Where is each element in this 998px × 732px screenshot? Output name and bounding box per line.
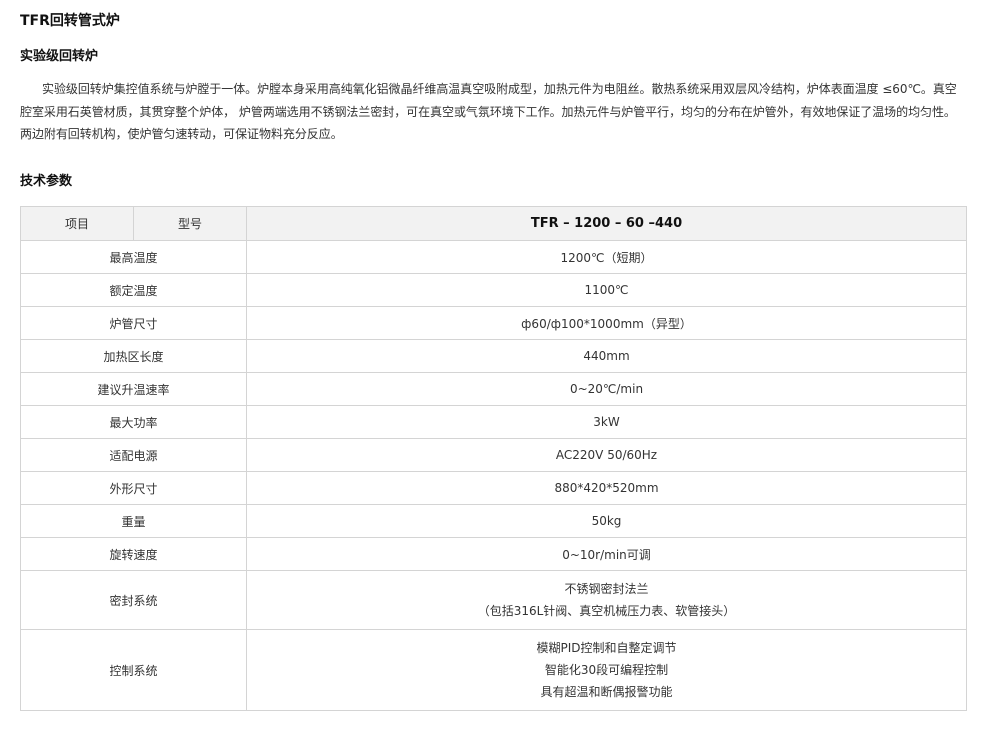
spec-label: 建议升温速率 (20, 372, 247, 406)
spec-label: 控制系统 (20, 629, 247, 711)
spec-value: 0~10r/min可调 (246, 537, 967, 571)
spec-value: 3kW (246, 405, 967, 439)
table-row: 外形尺寸 880*420*520mm (20, 471, 967, 505)
intro-paragraph: 实验级回转炉集控值系统与炉膛于一体。炉膛本身采用高纯氧化铝微晶纤维高温真空吸附成… (20, 82, 957, 141)
spec-value: 1200℃（短期） (246, 240, 967, 274)
spec-label: 额定温度 (20, 273, 247, 307)
spec-value: 1100℃ (246, 273, 967, 307)
header-item-label: 项目 (20, 206, 134, 241)
spec-value-line: 模糊PID控制和自整定调节 (536, 641, 677, 655)
spec-label: 最高温度 (20, 240, 247, 274)
spec-label: 炉管尺寸 (20, 306, 247, 340)
spec-value-multiline: 模糊PID控制和自整定调节 智能化30段可编程控制 具有超温和断偶报警功能 (246, 629, 967, 711)
spec-value-line: 智能化30段可编程控制 (544, 663, 669, 677)
table-row-control: 控制系统 模糊PID控制和自整定调节 智能化30段可编程控制 具有超温和断偶报警… (20, 629, 967, 711)
header-model-value: TFR – 1200 – 60 –440 (246, 206, 967, 241)
spec-label: 最大功率 (20, 405, 247, 439)
spec-label: 旋转速度 (20, 537, 247, 571)
table-row: 旋转速度 0~10r/min可调 (20, 537, 967, 571)
spec-value-line: 具有超温和断偶报警功能 (540, 685, 673, 699)
spec-label: 密封系统 (20, 570, 247, 630)
table-row: 额定温度 1100℃ (20, 273, 967, 307)
spec-label: 外形尺寸 (20, 471, 247, 505)
table-row: 重量 50kg (20, 504, 967, 538)
table-row: 炉管尺寸 ф60/ф100*1000mm（异型） (20, 306, 967, 340)
spec-label: 重量 (20, 504, 247, 538)
spec-value: 0~20℃/min (246, 372, 967, 406)
spec-table: 项目 型号 TFR – 1200 – 60 –440 最高温度 1200℃（短期… (20, 206, 967, 711)
spec-value-line: （包括316L针阀、真空机械压力表、软管接头） (477, 604, 736, 618)
spec-value: ф60/ф100*1000mm（异型） (246, 306, 967, 340)
table-row: 最高温度 1200℃（短期） (20, 240, 967, 274)
spec-value: 880*420*520mm (246, 471, 967, 505)
specs-heading: 技术参数 (20, 174, 73, 189)
header-model-label: 型号 (133, 206, 247, 241)
spec-value-line: 不锈钢密封法兰 (564, 582, 649, 596)
table-row: 适配电源 AC220V 50/60Hz (20, 438, 967, 472)
spec-table-body: 项目 型号 TFR – 1200 – 60 –440 最高温度 1200℃（短期… (20, 206, 967, 711)
spec-value-multiline: 不锈钢密封法兰 （包括316L针阀、真空机械压力表、软管接头） (246, 570, 967, 630)
spec-table-header: 项目 型号 TFR – 1200 – 60 –440 (20, 206, 967, 241)
table-row: 加热区长度 440mm (20, 339, 967, 373)
table-row: 建议升温速率 0~20℃/min (20, 372, 967, 406)
spec-value: AC220V 50/60Hz (246, 438, 967, 472)
product-subtitle: 实验级回转炉 (20, 49, 99, 64)
table-row-sealing: 密封系统 不锈钢密封法兰 （包括316L针阀、真空机械压力表、软管接头） (20, 570, 967, 630)
spec-value: 50kg (246, 504, 967, 538)
page-title: TFR回转管式炉 (20, 13, 120, 29)
table-row: 最大功率 3kW (20, 405, 967, 439)
spec-label: 适配电源 (20, 438, 247, 472)
spec-value: 440mm (246, 339, 967, 373)
spec-label: 加热区长度 (20, 339, 247, 373)
